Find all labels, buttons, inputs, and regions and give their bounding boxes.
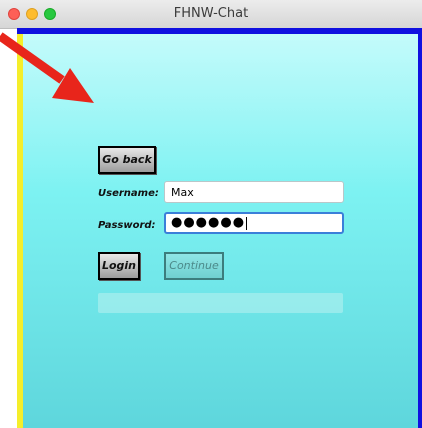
username-label: Username: — [98, 188, 159, 199]
password-masked-value: ●●●●●● — [171, 215, 246, 230]
login-button[interactable]: Login — [98, 252, 140, 280]
window-title: FHNW-Chat — [173, 6, 249, 21]
window-border-right — [418, 34, 422, 428]
username-input[interactable]: Max — [164, 181, 344, 203]
red-arrow-annotation-icon — [0, 32, 94, 103]
progress-bar — [98, 293, 343, 313]
username-value: Max — [171, 186, 194, 199]
password-input[interactable]: ●●●●●● — [164, 212, 344, 234]
password-label: Password: — [98, 220, 156, 231]
go-back-button[interactable]: Go back — [98, 146, 156, 174]
window-titlebar[interactable]: FHNW-Chat — [0, 0, 422, 29]
text-caret — [246, 216, 248, 230]
continue-button[interactable]: Continue — [164, 252, 224, 280]
